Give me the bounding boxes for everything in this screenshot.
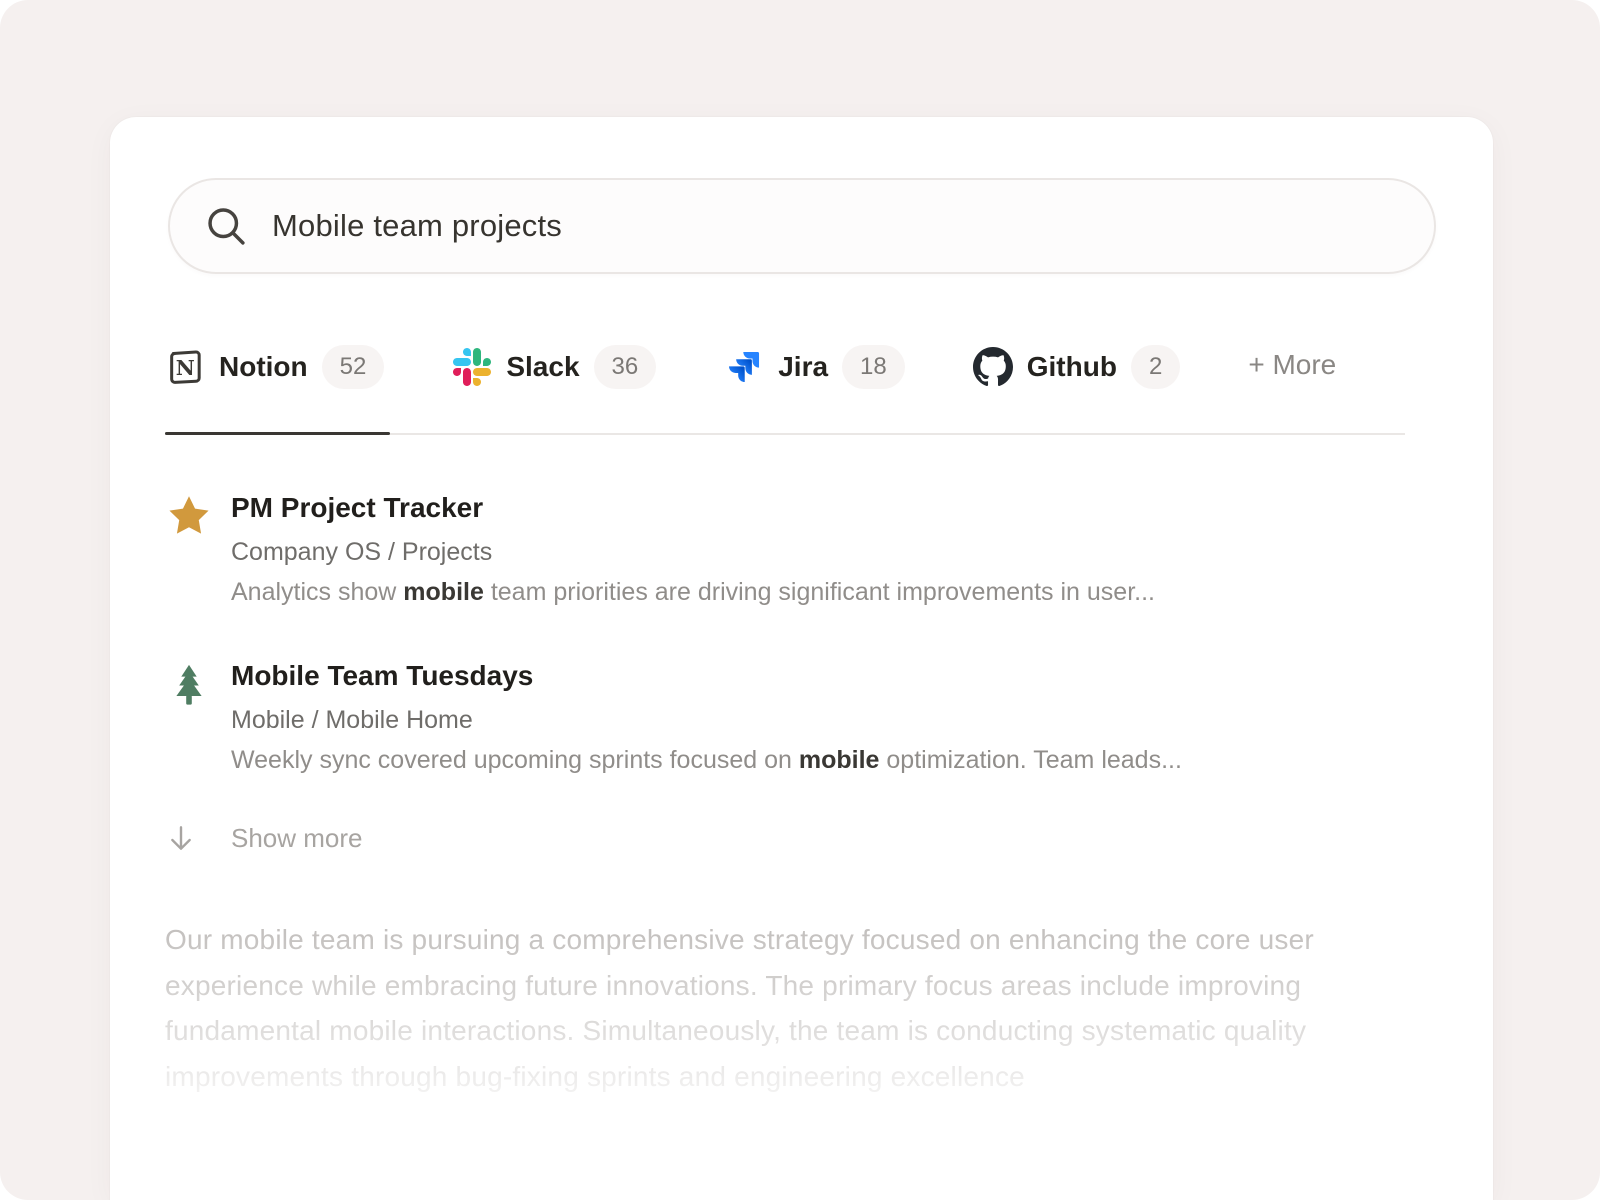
snippet-text: team priorities are driving significant … [484, 578, 1155, 606]
more-tabs-button[interactable]: + More [1248, 349, 1336, 425]
source-tabs: N Notion 52 Slack 36 [165, 345, 1405, 435]
result-mobile-team-tuesdays[interactable]: Mobile Team Tuesdays Mobile / Mobile Hom… [165, 659, 1455, 775]
snippet-text: Analytics show [231, 578, 403, 606]
snippet-text: Weekly sync covered upcoming sprints foc… [231, 746, 799, 774]
snippet-highlight: mobile [403, 578, 484, 606]
notion-icon: N [165, 347, 205, 387]
result-breadcrumb: Company OS / Projects [231, 538, 1155, 567]
snippet-text: optimization. Team leads... [879, 746, 1181, 774]
tab-label: Github [1027, 351, 1117, 383]
more-tabs-label: + More [1248, 349, 1336, 381]
snippet-highlight: mobile [799, 746, 880, 774]
show-more-label: Show more [231, 823, 363, 854]
search-icon [204, 204, 248, 248]
result-title: Mobile Team Tuesdays [231, 659, 1182, 693]
tab-jira[interactable]: Jira 18 [724, 345, 905, 433]
search-results-card: N Notion 52 Slack 36 [110, 117, 1493, 1200]
tab-count-badge: 18 [842, 345, 905, 389]
tab-github[interactable]: Github 2 [973, 345, 1181, 433]
result-pm-project-tracker[interactable]: PM Project Tracker Company OS / Projects… [165, 491, 1455, 607]
tab-slack[interactable]: Slack 36 [452, 345, 656, 433]
star-icon [165, 491, 213, 539]
jira-icon [724, 347, 764, 387]
github-icon [973, 347, 1013, 387]
tab-count-badge: 52 [322, 345, 385, 389]
result-breadcrumb: Mobile / Mobile Home [231, 706, 1182, 735]
results-list: PM Project Tracker Company OS / Projects… [165, 491, 1455, 775]
search-screen: N Notion 52 Slack 36 [0, 0, 1600, 1200]
result-snippet: Weekly sync covered upcoming sprints foc… [231, 746, 1182, 775]
summary-text: Our mobile team is pursuing a comprehens… [165, 924, 1314, 1092]
tab-count-badge: 36 [594, 345, 657, 389]
result-title: PM Project Tracker [231, 491, 1155, 525]
result-snippet: Analytics show mobile team priorities ar… [231, 578, 1155, 607]
svg-text:N: N [176, 355, 195, 380]
search-bar[interactable] [168, 178, 1436, 274]
tab-count-badge: 2 [1131, 345, 1180, 389]
tab-label: Notion [219, 351, 308, 383]
arrow-down-icon [165, 822, 197, 854]
result-body: PM Project Tracker Company OS / Projects… [231, 491, 1155, 607]
summary-paragraph: Our mobile team is pursuing a comprehens… [165, 917, 1410, 1099]
slack-icon [452, 347, 492, 387]
tab-notion[interactable]: N Notion 52 [165, 345, 384, 433]
tab-label: Jira [778, 351, 828, 383]
tab-label: Slack [506, 351, 579, 383]
search-input[interactable] [272, 208, 1400, 244]
tree-icon [165, 659, 213, 707]
show-more-button[interactable]: Show more [165, 822, 363, 854]
result-body: Mobile Team Tuesdays Mobile / Mobile Hom… [231, 659, 1182, 775]
